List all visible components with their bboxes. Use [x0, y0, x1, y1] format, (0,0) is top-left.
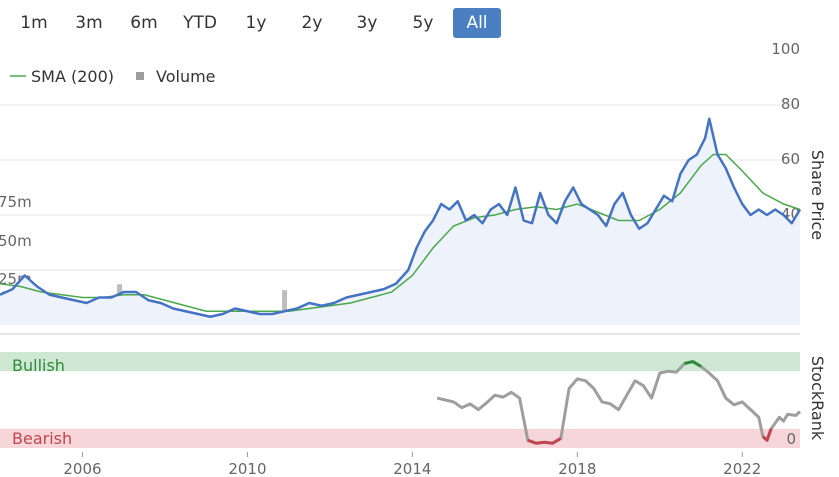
- volume-tick-label: 75m: [0, 193, 32, 211]
- bearish-band: [0, 428, 800, 448]
- price-chart: 100806040200.0075m50m25m0Share PriceSMA …: [0, 40, 827, 477]
- x-tick-label: 2006: [63, 460, 101, 477]
- rank-tick-label: 0: [786, 430, 796, 448]
- stockrank-axis-label: StockRank: [808, 356, 827, 441]
- price-axis-label: Share Price: [808, 150, 827, 240]
- x-tick-label: 2018: [558, 460, 596, 477]
- x-tick-label: 2014: [393, 460, 431, 477]
- x-tick-label: 2022: [723, 460, 761, 477]
- price-tick-label: 80: [781, 95, 800, 113]
- stock-chart-widget: 1m3m6mYTD1y2y3y5yAll 100806040200.0075m5…: [0, 0, 839, 477]
- legend-sma-label: SMA (200): [31, 67, 114, 86]
- bearish-label: Bearish: [12, 429, 72, 448]
- price-tick-label: 100: [771, 40, 800, 58]
- legend-volume-symbol: [136, 72, 144, 80]
- volume-tick-label: 50m: [0, 232, 32, 250]
- price-tick-label: 60: [781, 150, 800, 168]
- x-tick-label: 2010: [228, 460, 266, 477]
- legend-volume-label: Volume: [156, 67, 216, 86]
- bullish-label: Bullish: [12, 356, 65, 375]
